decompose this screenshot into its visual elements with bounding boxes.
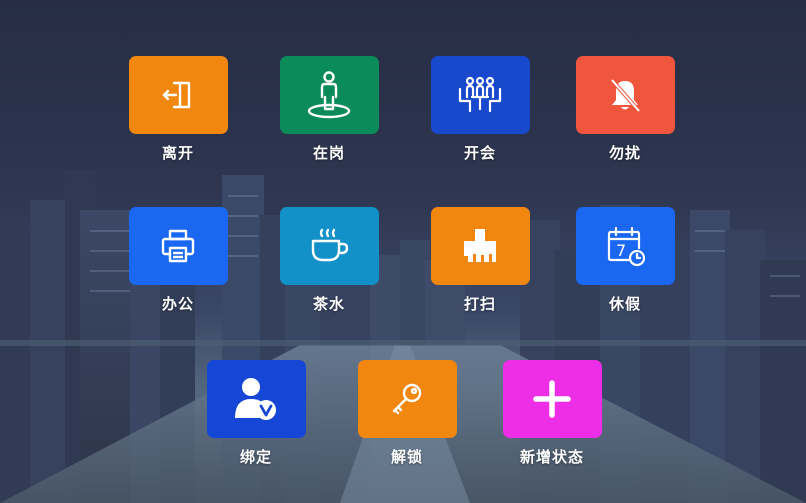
printer-icon <box>158 226 198 266</box>
tile-meeting-box[interactable] <box>430 56 530 134</box>
tile-tea-box[interactable] <box>279 207 379 285</box>
tile-leave[interactable]: 离开 <box>128 56 228 163</box>
tile-meeting[interactable]: 开会 <box>430 56 530 163</box>
tile-add-status-box[interactable] <box>502 360 602 438</box>
tile-leave-box[interactable] <box>128 56 228 134</box>
plus-icon <box>532 379 572 419</box>
tile-unlock-label: 解锁 <box>390 448 423 466</box>
tile-dnd-label: 勿扰 <box>608 144 641 162</box>
tile-bind-label: 绑定 <box>239 448 272 466</box>
tile-onduty[interactable]: 在岗 <box>279 56 379 163</box>
tile-clean-box[interactable] <box>430 207 530 285</box>
tile-onduty-label: 在岗 <box>312 144 345 162</box>
person-standing-icon <box>301 67 357 123</box>
tile-tea-label: 茶水 <box>312 295 345 313</box>
bell-off-icon <box>605 75 645 115</box>
tile-unlock-box[interactable] <box>357 360 457 438</box>
coffee-cup-icon <box>307 226 351 266</box>
tile-clean[interactable]: 打扫 <box>430 207 530 314</box>
user-verified-icon <box>231 374 281 424</box>
tile-add-status[interactable]: 新增状态 <box>502 360 602 467</box>
tile-holiday-box[interactable]: 7 <box>575 207 675 285</box>
status-screen: 离开 在岗 开会 勿扰 办公 茶水 打扫 7 休假 绑定 解锁 新增状态 <box>0 0 806 503</box>
tile-clean-label: 打扫 <box>463 295 496 313</box>
meeting-people-icon <box>456 75 504 115</box>
tile-leave-label: 离开 <box>161 144 194 162</box>
tile-office-label: 办公 <box>161 295 194 313</box>
tile-add-status-label: 新增状态 <box>519 448 584 466</box>
calendar-digit: 7 <box>616 241 626 260</box>
tile-meeting-label: 开会 <box>463 144 496 162</box>
tile-tea[interactable]: 茶水 <box>279 207 379 314</box>
door-exit-icon <box>158 75 198 115</box>
tile-bind-box[interactable] <box>206 360 306 438</box>
calendar-clock-icon: 7 <box>603 224 647 268</box>
broom-icon <box>458 226 502 266</box>
tile-dnd-box[interactable] <box>575 56 675 134</box>
tile-holiday-label: 休假 <box>608 295 641 313</box>
tile-bind[interactable]: 绑定 <box>206 360 306 467</box>
tile-unlock[interactable]: 解锁 <box>357 360 457 467</box>
tile-onduty-box[interactable] <box>279 56 379 134</box>
key-icon <box>387 379 427 419</box>
tile-office[interactable]: 办公 <box>128 207 228 314</box>
tile-office-box[interactable] <box>128 207 228 285</box>
tile-holiday[interactable]: 7 休假 <box>575 207 675 314</box>
tile-dnd[interactable]: 勿扰 <box>575 56 675 163</box>
